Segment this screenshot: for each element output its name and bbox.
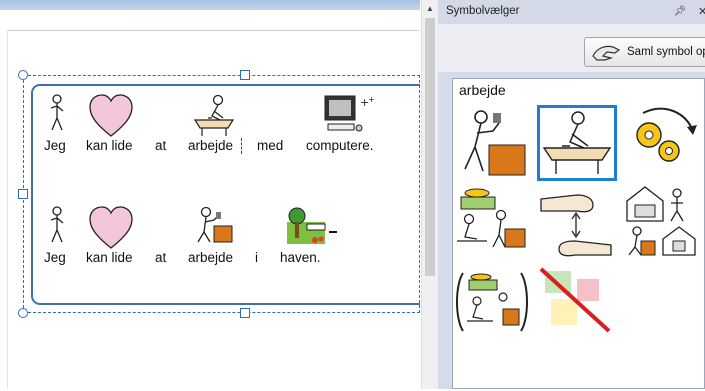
symbol-results: arbejde [452,78,705,389]
hand-icon [592,45,621,61]
symbol-cell[interactable]: haven. [280,206,342,268]
symbol-cell[interactable]: arbejde [188,94,242,156]
symbol-cell[interactable]: i [255,206,267,268]
symbol-option[interactable] [453,185,533,261]
symbol-option[interactable] [453,105,533,181]
word-label: Jeg [44,250,66,265]
resize-handle[interactable] [240,70,250,80]
svg-text:+: + [368,95,375,104]
word-label: at [155,138,167,153]
scroll-up-icon[interactable]: ▲ [422,0,438,17]
gears-icon [636,107,697,162]
worker-with-box-icon [197,206,233,243]
no-symbol-icon [539,267,611,333]
computer-icon: + + [324,95,375,132]
page-edge [7,30,420,31]
symbol-cell[interactable]: med [257,94,289,156]
symbol-option[interactable] [453,265,533,341]
ruler [0,0,420,10]
word-label: Jeg [44,138,66,153]
symbol-option[interactable] [537,185,617,261]
worker-carrying-box-icon [464,110,526,176]
word-label: i [255,250,258,265]
word-label: kan lide [86,250,133,265]
writing-at-desk-icon [542,111,612,174]
hands-exchange-icon [540,194,612,257]
word-label: at [155,250,167,265]
heart-icon [89,94,133,137]
resize-handle[interactable] [18,308,28,318]
symbol-cell[interactable]: at [155,206,171,268]
symbol-option[interactable] [623,105,703,181]
symbol-cell[interactable]: arbejde [188,206,240,268]
close-icon[interactable]: ✕ [698,4,705,20]
panel-title: Symbolvælger [446,5,520,17]
panel-header: Symbolvælger 📌︎ ✕ [438,0,705,24]
text-cursor [241,138,242,154]
workplace-icon [626,186,696,256]
resize-handle[interactable] [18,70,28,80]
symbol-cell[interactable]: kan lide [86,206,136,268]
symbol-cell[interactable]: Jeg [44,206,70,268]
word-label: haven. [280,250,321,265]
page-edge [7,30,8,389]
word-label: computere. [306,138,374,153]
symbol-grid [453,101,705,391]
document-canvas[interactable]: Jeg kan lide at arbejde med + + computer… [0,0,420,389]
money-and-worker-icon [457,188,526,248]
garden-icon [287,207,337,244]
collect-symbol-button[interactable]: Saml symbol op [584,37,705,67]
writing-at-desk-icon [193,94,235,136]
scroll-thumb[interactable] [425,18,435,276]
heart-icon [89,206,133,249]
vertical-scrollbar[interactable]: ▲ [421,0,438,389]
resize-handle[interactable] [240,308,250,318]
person-icon [50,94,64,131]
person-icon [50,206,64,243]
symbol-option[interactable] [537,265,617,341]
resize-handle[interactable] [18,189,28,199]
word-label: arbejde [188,138,234,153]
symbol-cell[interactable]: Jeg [44,94,70,156]
money-worker-bracketed-icon [456,272,528,332]
pin-icon[interactable]: 📌︎ [671,4,689,20]
word-label: arbejde [188,250,234,265]
word-label: kan lide [86,138,133,153]
search-word: arbejde [459,82,506,98]
symbol-cell[interactable]: + + computere. [306,94,386,156]
symbol-chooser-panel: Symbolvælger 📌︎ ✕ Saml symbol op arbejde [438,0,705,389]
symbol-option[interactable] [623,185,703,261]
word-label: med [257,138,284,153]
symbol-cell[interactable]: kan lide [86,94,136,156]
symbol-cell[interactable]: at [155,94,171,156]
symbol-option-selected[interactable] [537,105,617,181]
collect-symbol-label: Saml symbol op [627,46,705,58]
